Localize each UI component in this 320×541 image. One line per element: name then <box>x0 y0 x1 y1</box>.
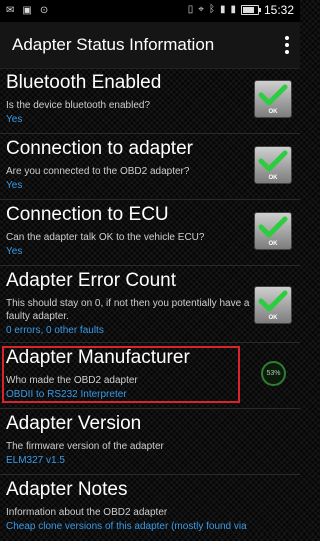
battery-level <box>242 7 255 13</box>
notification-icon: ⊙ <box>39 5 49 16</box>
image-icon: ▣ <box>22 5 32 16</box>
loading-progress-indicator: 53% <box>261 361 286 386</box>
item-description: Are you connected to the OBD2 adapter? <box>6 166 190 177</box>
item-value: Yes <box>6 114 23 125</box>
item-value: Cheap clone versions of this adapter (mo… <box>6 521 247 532</box>
location-icon: ⌖ <box>198 4 204 15</box>
item-description: Can the adapter talk OK to the vehicle E… <box>6 232 205 243</box>
item-title: Adapter Notes <box>6 479 128 500</box>
item-title: Adapter Error Count <box>6 270 177 291</box>
vibrate-icon: ▯ <box>187 4 194 15</box>
ok-check-icon: OK <box>254 146 292 184</box>
item-description: Is the device bluetooth enabled? <box>6 100 150 111</box>
list-item-connection-to-adapter[interactable]: Connection to adapter Are you connected … <box>0 134 300 200</box>
battery-icon <box>240 5 261 15</box>
app-bar: Adapter Status Information <box>0 22 300 69</box>
bluetooth-icon: ᛒ <box>208 4 215 15</box>
list-item-adapter-error-count[interactable]: Adapter Error Count This should stay on … <box>0 266 300 343</box>
ok-label: OK <box>268 109 278 115</box>
highlight-box <box>2 346 240 403</box>
item-value: ELM327 v1.5 <box>6 455 65 466</box>
list-item-adapter-version[interactable]: Adapter Version The firmware version of … <box>0 409 300 475</box>
signal-2g-icon: ▮ <box>230 4 236 15</box>
item-value: Yes <box>6 246 23 257</box>
list-item-bluetooth-enabled[interactable]: Bluetooth Enabled Is the device bluetoot… <box>0 68 300 134</box>
status-time: 15:32 <box>263 3 294 17</box>
item-description: This should stay on 0, if not then you p… <box>6 298 250 322</box>
message-icon: ✉ <box>6 5 15 16</box>
status-list: Bluetooth Enabled Is the device bluetoot… <box>0 68 300 541</box>
ok-label: OK <box>268 241 278 247</box>
ok-check-icon: OK <box>254 286 292 324</box>
ok-check-icon: OK <box>254 212 292 250</box>
item-title: Bluetooth Enabled <box>6 72 162 93</box>
ok-check-icon: OK <box>254 80 292 118</box>
list-item-connection-to-ecu[interactable]: Connection to ECU Can the adapter talk O… <box>0 200 300 266</box>
list-item-adapter-notes[interactable]: Adapter Notes Information about the OBD2… <box>0 475 300 541</box>
item-title: Adapter Version <box>6 413 142 434</box>
page-title: Adapter Status Information <box>12 35 215 54</box>
item-value: 0 errors, 0 other faults <box>6 325 104 336</box>
item-description: The firmware version of the adapter <box>6 441 164 452</box>
ok-label: OK <box>268 175 278 181</box>
signal-4g-icon: ▮ <box>219 4 226 15</box>
item-description: Information about the OBD2 adapter <box>6 507 168 518</box>
status-bar: ✉ ▣ ⊙ ▯ ⌖ ᛒ ▮ ▮ 15:32 <box>0 0 300 22</box>
item-value: Yes <box>6 180 23 191</box>
item-title: Connection to adapter <box>6 138 193 159</box>
item-title: Connection to ECU <box>6 204 169 225</box>
overflow-menu-icon[interactable] <box>280 32 294 58</box>
ok-label: OK <box>268 315 278 321</box>
